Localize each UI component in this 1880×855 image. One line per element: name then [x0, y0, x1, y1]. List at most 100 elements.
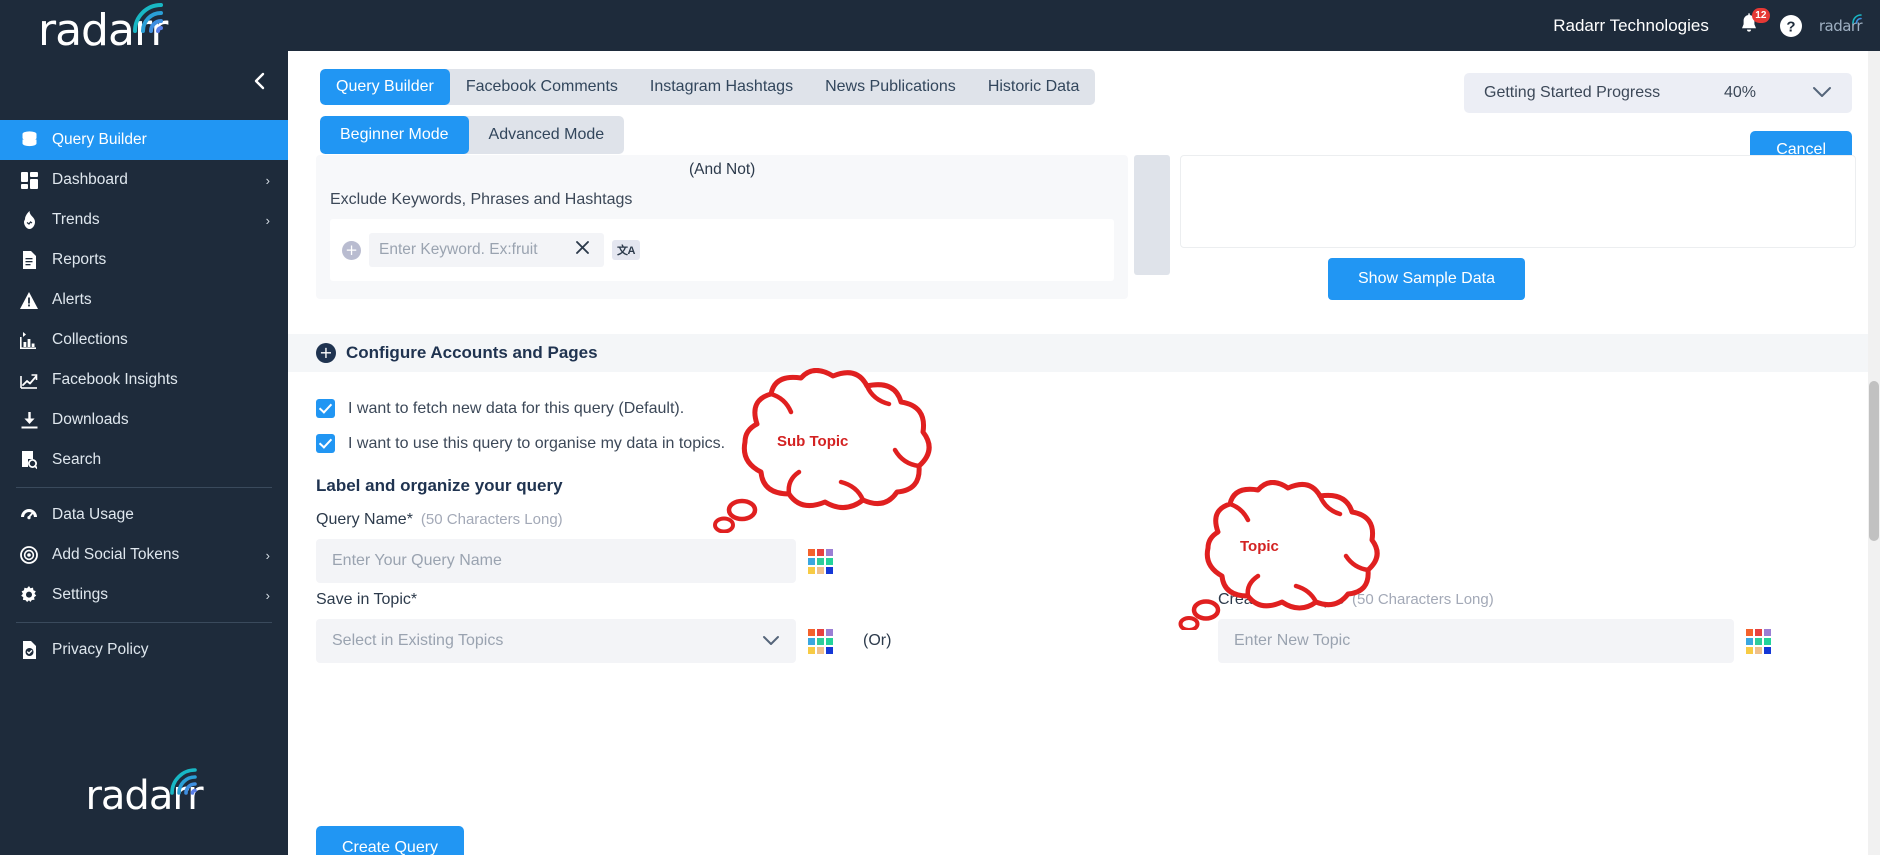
exclude-keyword-input[interactable]: Enter Keyword. Ex:fruit: [369, 233, 604, 267]
query-options-checkboxes: I want to fetch new data for this query …: [316, 399, 725, 469]
query-name-input[interactable]: Enter Your Query Name: [316, 539, 796, 583]
main-scrollbar-track[interactable]: [1868, 51, 1880, 855]
plus-circle-icon[interactable]: +: [316, 343, 336, 363]
notifications-button[interactable]: 12: [1737, 7, 1770, 39]
sidebar-divider-2: [16, 622, 272, 623]
tab-facebook-comments[interactable]: Facebook Comments: [450, 69, 634, 105]
sidebar-item-data-usage[interactable]: Data Usage: [0, 495, 288, 535]
mode-label: Advanced Mode: [488, 126, 605, 143]
close-x-icon[interactable]: [575, 240, 590, 260]
main-scrollbar-thumb[interactable]: [1869, 381, 1879, 541]
create-topic-hint: (50 Characters Long): [1351, 591, 1494, 608]
download-icon: [14, 411, 44, 429]
radar-wave-icon: [165, 763, 219, 804]
line-chart-icon: [14, 372, 44, 389]
sidebar-item-trends[interactable]: Trends ›: [0, 200, 288, 240]
radar-wave-icon: [127, 0, 187, 42]
tab-query-builder[interactable]: Query Builder: [320, 69, 450, 105]
save-topic-select[interactable]: Select in Existing Topics: [316, 619, 796, 663]
org-name: Radarr Technologies: [1553, 15, 1709, 35]
configure-accounts-bar[interactable]: + Configure Accounts and Pages: [288, 334, 1880, 372]
create-topic-label: Create New Topic: [1218, 591, 1344, 608]
show-sample-data-button[interactable]: Show Sample Data: [1328, 258, 1525, 300]
and-not-label: (And Not): [689, 161, 756, 178]
sidebar-item-add-social-tokens[interactable]: Add Social Tokens ›: [0, 535, 288, 575]
help-circle-icon[interactable]: ?: [1779, 14, 1803, 38]
sidebar-item-caret: ›: [265, 547, 270, 563]
checkbox-label: I want to use this query to organise my …: [348, 434, 726, 452]
query-name-field-row: Enter Your Query Name: [316, 539, 833, 583]
mode-label: Beginner Mode: [340, 126, 449, 143]
tab-instagram-hashtags[interactable]: Instagram Hashtags: [634, 69, 809, 105]
sidebar-collapse-row: [0, 62, 288, 110]
tab-label: Historic Data: [987, 78, 1080, 95]
chevron-down-icon[interactable]: [1812, 85, 1832, 102]
radar-wave-icon: [1850, 12, 1870, 30]
save-topic-field-row: Select in Existing Topics (Or): [316, 619, 891, 663]
sidebar-item-collections[interactable]: Collections: [0, 320, 288, 360]
sidebar-logo[interactable]: radarr: [0, 0, 288, 62]
sidebar-item-settings[interactable]: Settings ›: [0, 575, 288, 615]
color-swatch-grid-icon[interactable]: [808, 548, 833, 574]
topbar-mini-logo[interactable]: radarr: [1819, 13, 1863, 35]
svg-text:?: ?: [1786, 18, 1795, 35]
tab-historic-data[interactable]: Historic Data: [972, 69, 1096, 105]
tab-news-publications[interactable]: News Publications: [809, 69, 972, 105]
save-topic-label: Save in Topic*: [316, 591, 418, 608]
sidebar-item-search[interactable]: Search: [0, 440, 288, 480]
sidebar-item-label: Facebook Insights: [52, 371, 178, 388]
sidebar-item-reports[interactable]: Reports: [0, 240, 288, 280]
sidebar-item-label: Collections: [52, 331, 128, 348]
sidebar-item-label: Dashboard: [52, 171, 128, 188]
exclude-keywords-section: (And Not) Exclude Keywords, Phrases and …: [316, 155, 1856, 300]
query-builder-page: Query Builder Facebook Comments Instagra…: [288, 51, 1880, 855]
sidebar-item-label: Add Social Tokens: [52, 546, 180, 563]
sidebar-item-downloads[interactable]: Downloads: [0, 400, 288, 440]
sidebar-item-query-builder[interactable]: Query Builder: [0, 120, 288, 160]
query-name-label-row: Query Name* (50 Characters Long): [316, 511, 563, 529]
mode-beginner[interactable]: Beginner Mode: [320, 116, 469, 154]
sidebar: radarr Query Builder Dashboard › Trends …: [0, 0, 288, 855]
sidebar-footer-logo: radarr: [0, 768, 288, 819]
checkbox-fetch-new-data[interactable]: [316, 399, 335, 418]
mode-toggle-group: Beginner Mode Advanced Mode: [320, 116, 625, 154]
notification-badge: 12: [1751, 7, 1770, 23]
getting-started-progress-panel[interactable]: Getting Started Progress 40%: [1464, 73, 1852, 113]
save-topic-placeholder: Select in Existing Topics: [332, 632, 504, 649]
sidebar-item-caret: ›: [265, 212, 270, 228]
sidebar-collapse-button[interactable]: [246, 68, 272, 94]
dashboard-grid-icon: [14, 171, 44, 189]
sidebar-divider-1: [16, 487, 272, 488]
sidebar-item-label: Downloads: [52, 411, 129, 428]
plus-circle-icon[interactable]: +: [342, 240, 361, 260]
warning-triangle-icon: [14, 291, 44, 309]
sidebar-item-label: Trends: [52, 211, 100, 228]
bar-chart-icon: [14, 331, 44, 349]
chevron-down-icon[interactable]: [762, 633, 780, 650]
query-name-label: Query Name*: [316, 511, 413, 528]
exclude-keywords-title: Exclude Keywords, Phrases and Hashtags: [330, 191, 633, 208]
sidebar-item-alerts[interactable]: Alerts: [0, 280, 288, 320]
checkbox-organise-topics[interactable]: [316, 434, 335, 453]
progress-percent: 40%: [1723, 84, 1756, 101]
create-topic-input[interactable]: Enter New Topic: [1218, 619, 1734, 663]
mode-advanced[interactable]: Advanced Mode: [469, 116, 625, 154]
sidebar-item-label: Data Usage: [52, 506, 134, 523]
create-query-button[interactable]: Create Query: [316, 826, 465, 855]
sidebar-item-label: Search: [52, 451, 102, 468]
create-topic-placeholder: Enter New Topic: [1234, 632, 1351, 649]
sidebar-item-facebook-insights[interactable]: Facebook Insights: [0, 360, 288, 400]
checkbox-row-organise-topics[interactable]: I want to use this query to organise my …: [316, 434, 725, 453]
checkbox-row-fetch-new-data[interactable]: I want to fetch new data for this query …: [316, 399, 725, 418]
sidebar-item-caret: ›: [265, 587, 270, 603]
sidebar-item-privacy-policy[interactable]: Privacy Policy: [0, 630, 288, 670]
or-separator-label: (Or): [863, 632, 892, 649]
create-topic-field-row: Enter New Topic: [1218, 619, 1771, 663]
color-swatch-grid-icon[interactable]: [1746, 628, 1771, 654]
exclude-keyword-placeholder: Enter Keyword. Ex:fruit: [379, 241, 538, 258]
color-swatch-grid-icon[interactable]: [808, 628, 833, 654]
sidebar-item-label: Settings: [52, 586, 109, 603]
sidebar-item-dashboard[interactable]: Dashboard ›: [0, 160, 288, 200]
exclude-scroll-column[interactable]: [1134, 155, 1170, 275]
translate-icon[interactable]: 文A: [612, 240, 640, 260]
